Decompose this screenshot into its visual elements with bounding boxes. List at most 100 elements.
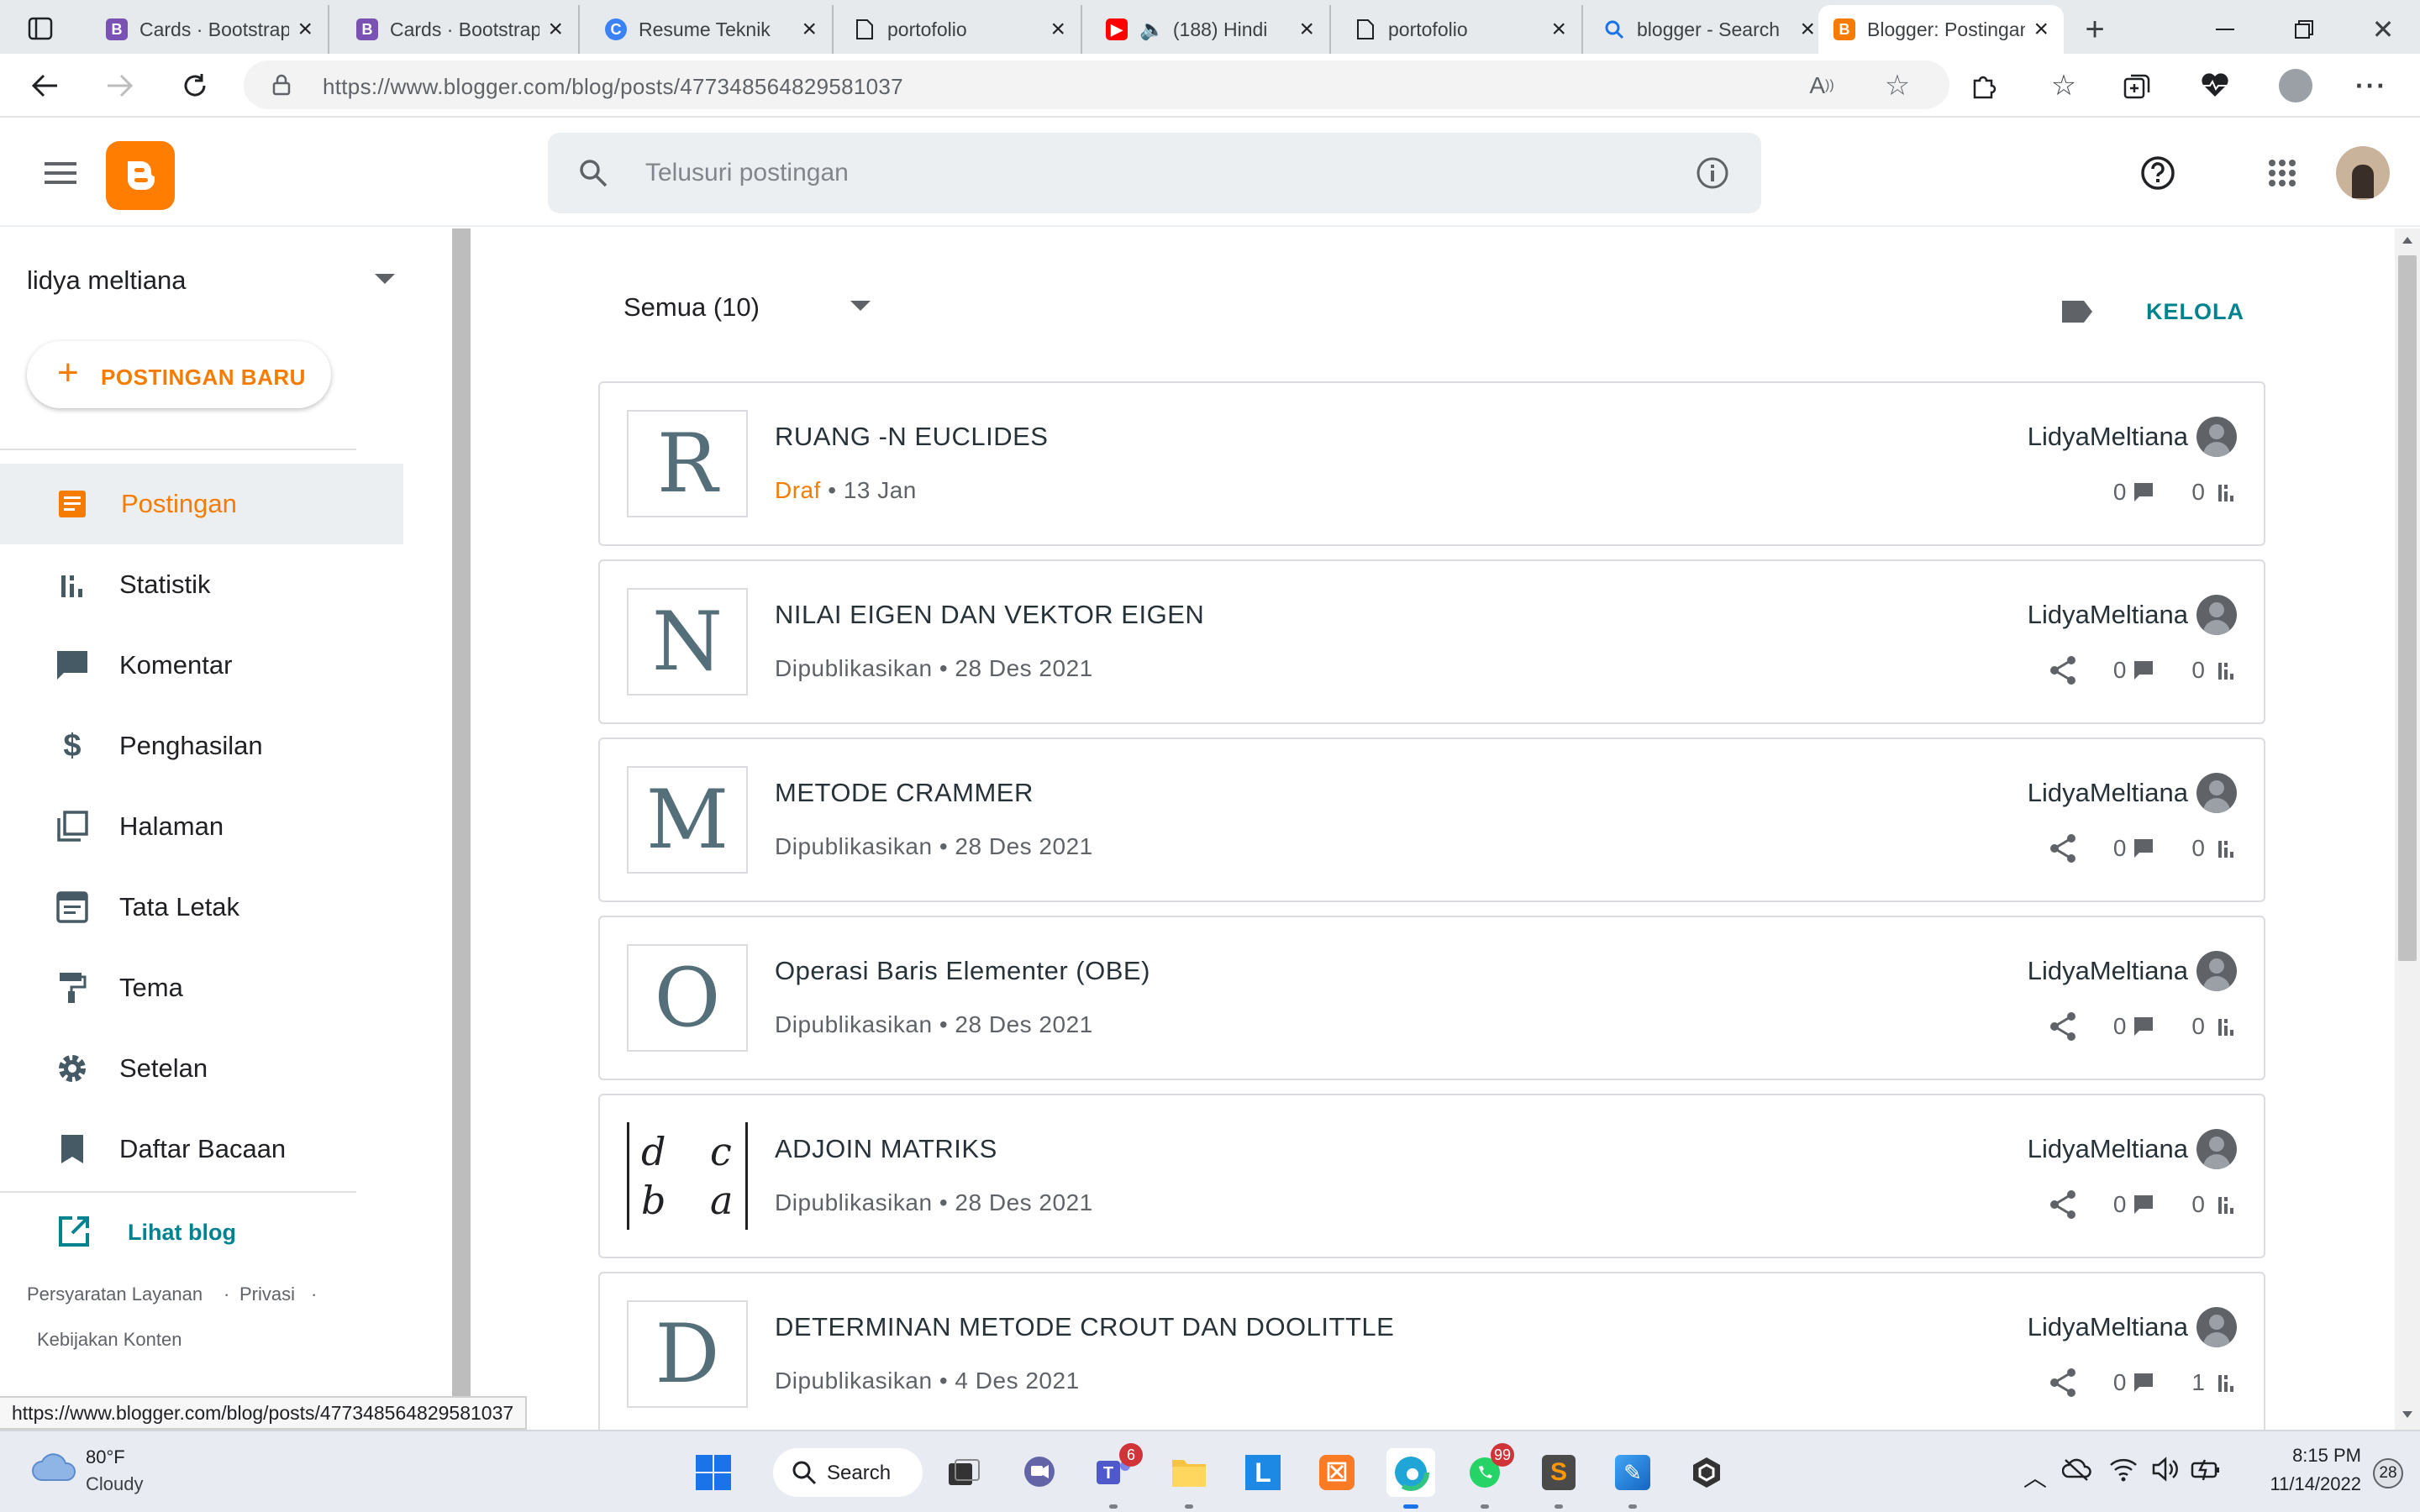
manage-labels-button[interactable]: KELOLA — [2146, 299, 2244, 325]
account-avatar[interactable] — [2336, 146, 2390, 200]
close-tab-icon[interactable]: × — [1800, 15, 1815, 44]
weather-desc[interactable]: Cloudy — [86, 1473, 143, 1495]
forward-icon[interactable] — [99, 66, 139, 106]
minimize-button[interactable] — [2200, 8, 2250, 50]
taskbar-search-box[interactable]: Search — [773, 1448, 923, 1497]
sidebar-item-setelan[interactable]: Setelan — [0, 1028, 403, 1109]
whatsapp-icon[interactable]: 99 — [1460, 1443, 1514, 1509]
profile-avatar[interactable] — [2275, 66, 2316, 106]
post-card[interactable]: R RUANG -N EUCLIDES Draf • 13 Jan LidyaMelt… — [598, 381, 2265, 546]
unity-hub-icon[interactable] — [1682, 1448, 1731, 1497]
post-card[interactable]: M METODE CRAMMER Dipublikasikan • 28 Des 2… — [598, 738, 2265, 902]
filter-dropdown-icon[interactable] — [850, 301, 871, 311]
main-scrollbar[interactable] — [2395, 228, 2420, 1430]
notification-count-badge[interactable]: 28 — [2373, 1458, 2403, 1488]
share-icon[interactable] — [2046, 832, 2080, 865]
sidebar-item-postingan[interactable]: Postingan — [0, 464, 403, 544]
lock-icon[interactable] — [269, 72, 294, 97]
share-icon[interactable] — [2046, 654, 2080, 687]
sidebar-item-daftar-bacaan[interactable]: Daftar Bacaan — [0, 1109, 403, 1189]
paint-icon[interactable]: ✎ — [1608, 1448, 1657, 1509]
post-title[interactable]: METODE CRAMMER — [775, 778, 1034, 808]
sidebar-item-tema[interactable]: Tema — [0, 948, 403, 1028]
tab-5[interactable]: ▶ 🔈 (188) Hindi × — [1091, 5, 1331, 54]
edge-browser-icon[interactable] — [1386, 1448, 1435, 1509]
chat-icon[interactable] — [1015, 1448, 1064, 1497]
blogger-logo[interactable] — [106, 141, 175, 210]
privacy-link[interactable]: Privasi — [239, 1284, 295, 1305]
close-tab-icon[interactable]: × — [1299, 15, 1314, 44]
share-icon[interactable] — [2046, 1366, 2080, 1399]
post-title[interactable]: ADJOIN MATRIKS — [775, 1134, 997, 1164]
new-post-button[interactable]: + POSTINGAN BARU — [27, 341, 331, 408]
scrollbar-thumb[interactable] — [2398, 255, 2417, 961]
back-icon[interactable] — [25, 66, 66, 106]
teams-icon[interactable]: T6 — [1089, 1443, 1143, 1509]
favorites-icon[interactable]: ☆ — [2044, 66, 2084, 106]
tab-2[interactable]: B Cards · Bootstrap × — [341, 5, 580, 54]
external-link-icon[interactable] — [54, 1211, 94, 1252]
post-card[interactable]: D DETERMINAN METODE CROUT DAN DOOLITTLE Di… — [598, 1272, 2265, 1430]
scroll-down-icon[interactable] — [2402, 1411, 2412, 1418]
tab-1[interactable]: B Cards · Bootstrap × — [91, 5, 329, 54]
post-card[interactable]: N NILAI EIGEN DAN VEKTOR EIGEN Dipublikasi… — [598, 559, 2265, 724]
tab-7[interactable]: blogger - Search × — [1588, 5, 1832, 54]
refresh-icon[interactable] — [175, 66, 215, 106]
terms-link[interactable]: Persyaratan Layanan — [27, 1284, 203, 1305]
restore-button[interactable] — [2279, 8, 2329, 50]
post-title[interactable]: NILAI EIGEN DAN VEKTOR EIGEN — [775, 600, 1204, 630]
menu-icon[interactable] — [40, 156, 81, 190]
share-icon[interactable] — [2046, 1010, 2080, 1043]
post-title[interactable]: Operasi Baris Elementer (OBE) — [775, 956, 1150, 986]
collections-icon[interactable] — [2118, 66, 2158, 106]
info-icon[interactable] — [1694, 155, 1731, 192]
read-aloud-icon[interactable]: A)) — [1805, 69, 1839, 102]
close-tab-icon[interactable]: × — [2033, 15, 2049, 44]
tab-8[interactable]: B Blogger: Postingan × — [1818, 5, 2064, 54]
battery-charging-icon[interactable] — [2190, 1457, 2222, 1485]
health-icon[interactable] — [2195, 66, 2235, 106]
post-search-bar[interactable] — [548, 133, 1761, 213]
post-card[interactable]: d c b a ADJOIN MATRIKS Dipublikasikan • 28 De… — [598, 1094, 2265, 1258]
content-policy-link[interactable]: Kebijakan Konten — [37, 1329, 182, 1351]
help-icon[interactable] — [2138, 153, 2178, 193]
tab-4[interactable]: portofolio × — [839, 5, 1082, 54]
post-card[interactable]: O Operasi Baris Elementer (OBE) Dipublikas… — [598, 916, 2265, 1080]
sidebar-item-tata-letak[interactable]: Tata Letak — [0, 867, 403, 948]
post-title[interactable]: DETERMINAN METODE CROUT DAN DOOLITTLE — [775, 1312, 1394, 1342]
tab-actions-icon[interactable] — [24, 13, 57, 44]
blog-selector[interactable]: lidya meltiana — [27, 265, 187, 296]
sublime-text-icon[interactable]: S — [1534, 1448, 1583, 1509]
extensions-icon[interactable] — [1963, 66, 2003, 106]
cloudy-weather-icon[interactable] — [30, 1450, 77, 1483]
apps-grid-icon[interactable] — [2262, 153, 2302, 193]
xampp-icon[interactable]: ☒ — [1313, 1448, 1361, 1497]
url-text[interactable]: https://www.blogger.com/blog/posts/47734… — [323, 74, 903, 100]
scroll-up-icon[interactable] — [2402, 237, 2412, 244]
sidebar-item-penghasilan[interactable]: $ Penghasilan — [0, 706, 403, 786]
more-options-icon[interactable]: ··· — [2351, 66, 2391, 106]
onedrive-paused-icon[interactable] — [2061, 1457, 2092, 1487]
view-blog-link[interactable]: Lihat blog — [128, 1220, 236, 1246]
search-input[interactable] — [645, 156, 1570, 190]
new-tab-button[interactable]: + — [2074, 8, 2116, 50]
clock-date[interactable]: 11/14/2022 — [2238, 1473, 2361, 1495]
sidebar-item-halaman[interactable]: Halaman — [0, 786, 403, 867]
sidebar-item-komentar[interactable]: Komentar — [0, 625, 403, 706]
close-tab-icon[interactable]: × — [297, 15, 313, 44]
tab-6[interactable]: portofolio × — [1339, 5, 1583, 54]
blog-dropdown-icon[interactable] — [375, 274, 395, 284]
sidebar-scrollbar[interactable] — [452, 228, 471, 1430]
label-icon[interactable] — [2060, 299, 2094, 324]
post-filter-select[interactable]: Semua (10) — [623, 292, 760, 323]
volume-icon[interactable] — [2151, 1457, 2180, 1485]
task-view-icon[interactable] — [939, 1448, 988, 1497]
add-favorite-icon[interactable]: ☆ — [1881, 69, 1914, 102]
clock-time[interactable]: 8:15 PM — [2269, 1445, 2361, 1467]
post-title[interactable]: RUANG -N EUCLIDES — [775, 422, 1048, 452]
tab-3[interactable]: C Resume Teknik × — [590, 5, 834, 54]
close-window-button[interactable]: ✕ — [2358, 8, 2408, 50]
close-tab-icon[interactable]: × — [548, 15, 563, 44]
url-box[interactable]: https://www.blogger.com/blog/posts/47734… — [244, 60, 1949, 109]
close-tab-icon[interactable]: × — [802, 15, 817, 44]
